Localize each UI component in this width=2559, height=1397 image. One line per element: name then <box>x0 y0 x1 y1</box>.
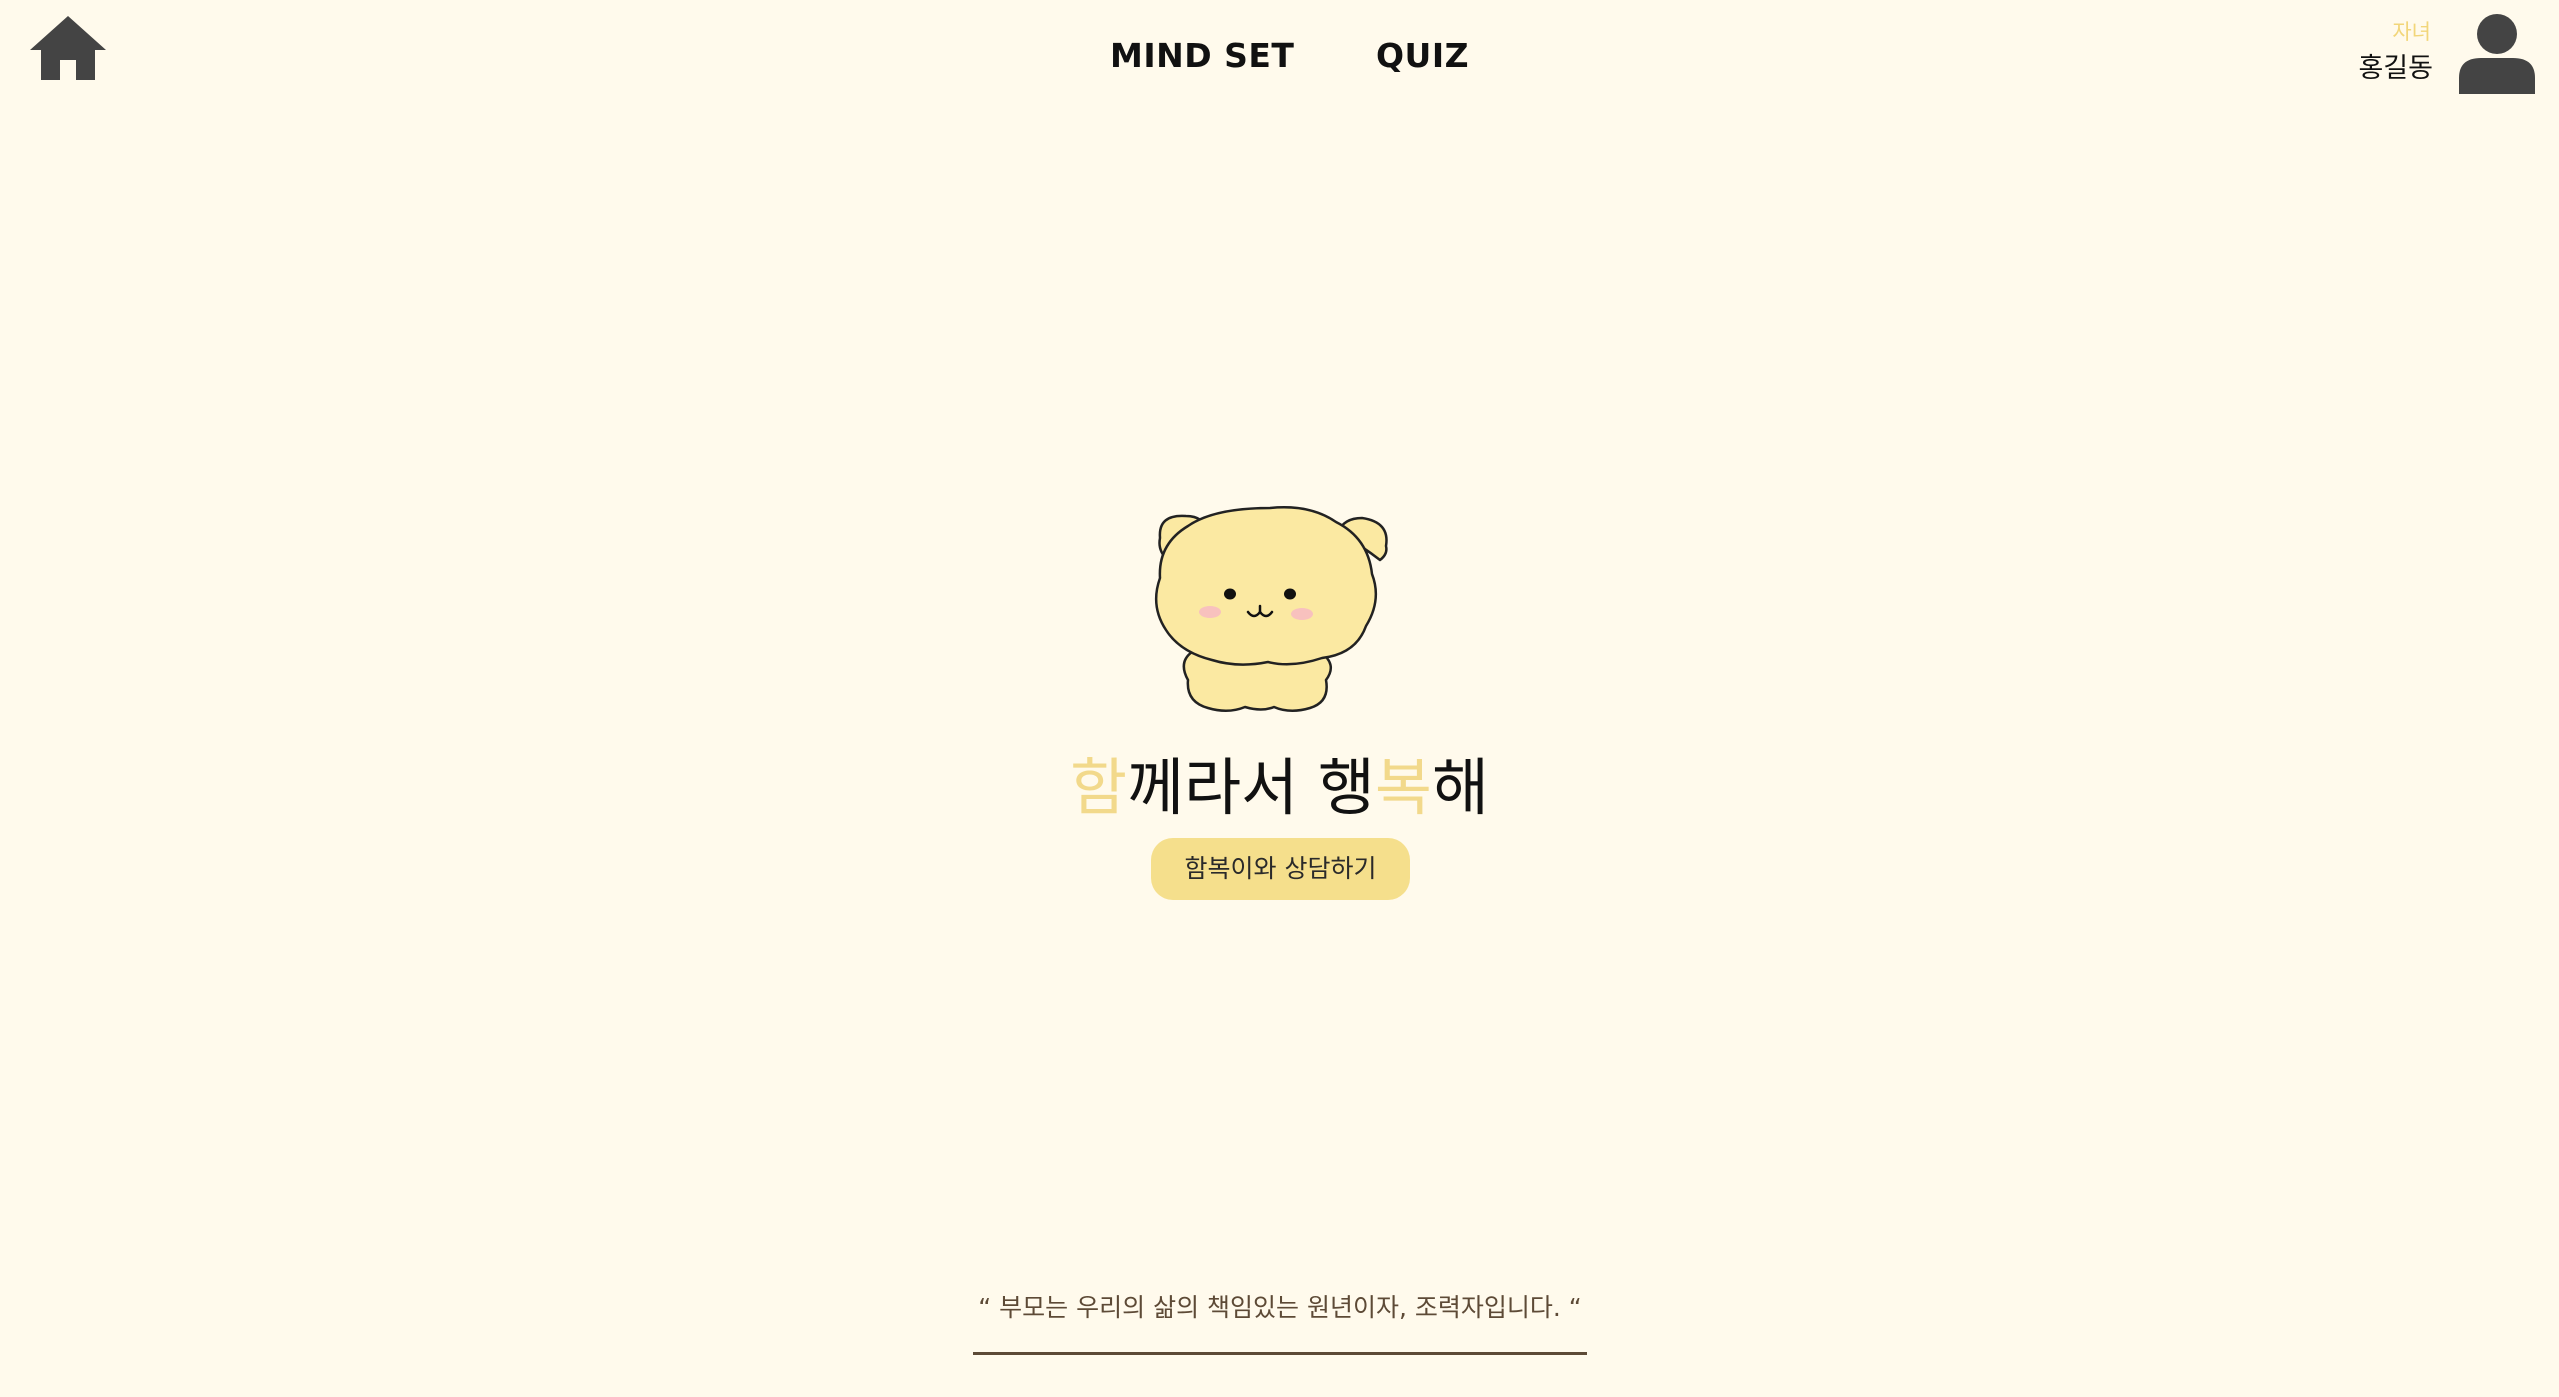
slogan-accent-ham: 함 <box>1069 751 1128 824</box>
user-profile[interactable]: 자녀 홍길동 <box>2339 10 2539 100</box>
consult-button[interactable]: 함복이와 상담하기 <box>1151 838 1410 900</box>
mascot-bear-image <box>1150 502 1396 718</box>
slogan-heading: 함께라서 행복해 <box>0 752 2559 824</box>
user-avatar-icon[interactable] <box>2455 12 2539 94</box>
user-name-label: 홍길동 <box>2358 53 2433 84</box>
slogan-accent-bok: 복 <box>1374 751 1432 824</box>
nav-link-quiz[interactable]: QUIZ <box>1376 36 1469 75</box>
footer-quote: “ 부모는 우리의 삶의 책임있는 원년이자, 조력자입니다. “ <box>978 1293 1582 1322</box>
slogan-text-2: 해 <box>1431 751 1489 824</box>
top-navigation: MIND SET QUIZ <box>0 36 2559 86</box>
nav-link-mind-set[interactable]: MIND SET <box>1110 36 1294 75</box>
quote-underline <box>973 1352 1587 1355</box>
slogan-text-1: 께라서 행 <box>1127 751 1375 824</box>
user-role-label: 자녀 <box>2392 20 2431 44</box>
